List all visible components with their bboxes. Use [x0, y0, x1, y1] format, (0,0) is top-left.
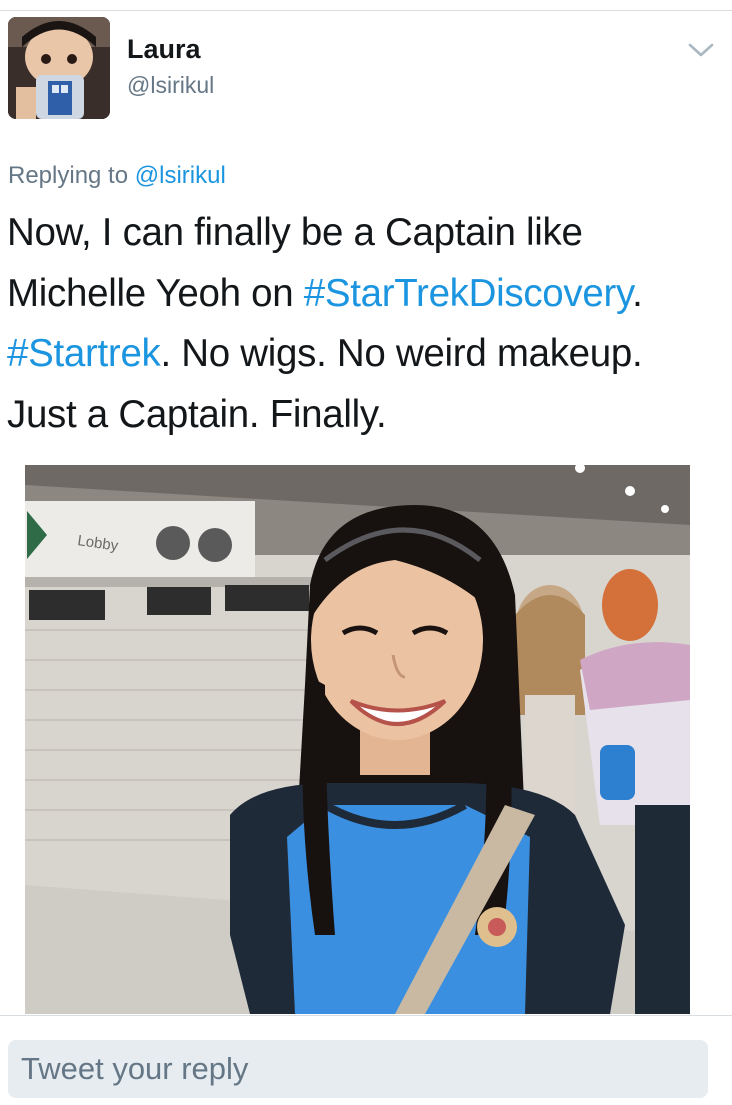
user-handle[interactable]: @lsirikul [127, 72, 214, 99]
chevron-down-icon[interactable] [686, 40, 716, 60]
hashtag-startrekdiscovery[interactable]: #StarTrekDiscovery [304, 272, 633, 315]
replying-to-label: Replying to [8, 162, 129, 189]
reply-input[interactable]: Tweet your reply [8, 1040, 708, 1098]
tweet-text: Now, I can finally be a Captain like Mic… [7, 203, 722, 445]
photo-scene: Lobby [25, 465, 690, 1014]
tweet-text-part-2: . [632, 271, 643, 315]
tweet-photo[interactable]: Lobby [25, 465, 690, 1014]
reply-placeholder: Tweet your reply [21, 1051, 249, 1086]
top-divider [0, 10, 732, 11]
bottom-divider [0, 1015, 732, 1016]
avatar-image [8, 17, 110, 119]
replying-to-mention[interactable]: @lsirikul [135, 162, 226, 189]
avatar[interactable] [8, 17, 110, 119]
user-display-name[interactable]: Laura [127, 34, 201, 65]
replying-to-line: Replying to @lsirikul [8, 162, 226, 190]
hashtag-startrek[interactable]: #Startrek [7, 332, 161, 375]
